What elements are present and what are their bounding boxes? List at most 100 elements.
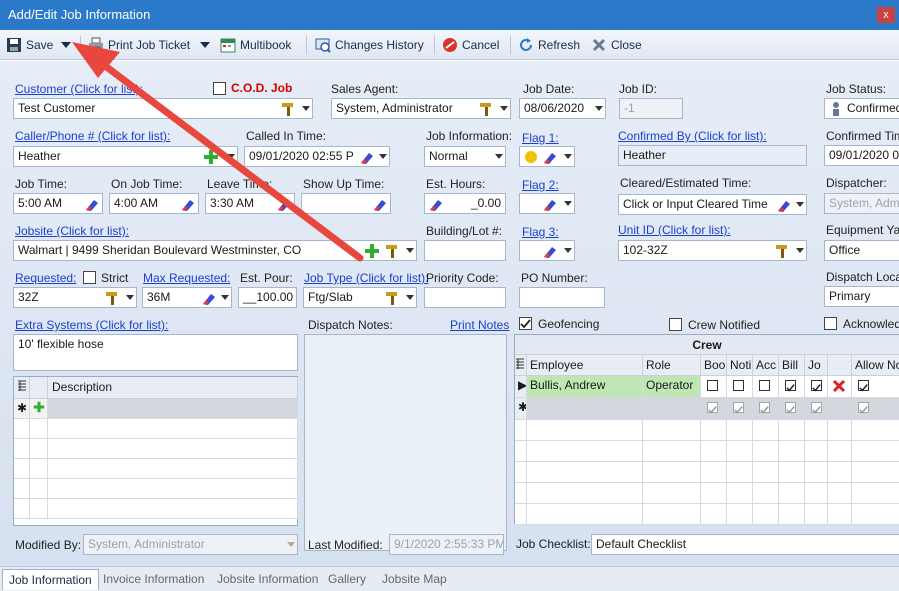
eraser-icon[interactable] <box>372 196 388 212</box>
chevron-down-icon[interactable] <box>221 295 229 300</box>
max-requested-field[interactable]: 36M <box>142 287 232 308</box>
flag-3-link[interactable]: Flag 3: <box>522 225 559 239</box>
chevron-down-icon[interactable] <box>302 106 310 111</box>
acknowledged-checkbox[interactable] <box>824 317 837 330</box>
flag-3-field[interactable] <box>519 240 575 261</box>
job-checklist-field[interactable]: Default Checklist <box>591 534 899 555</box>
crew-column-header[interactable]: Employee <box>527 355 643 376</box>
building-lot-field[interactable] <box>424 240 506 261</box>
caller-field[interactable]: Heather <box>13 146 238 167</box>
cod-checkbox[interactable] <box>213 82 226 95</box>
est-pour-field[interactable]: __100.00 <box>238 287 297 308</box>
eraser-icon[interactable] <box>201 290 217 306</box>
crew-checkbox[interactable] <box>811 402 822 414</box>
crew-check-cell[interactable] <box>701 376 727 398</box>
eraser-icon[interactable] <box>542 243 558 259</box>
chevron-down-icon[interactable] <box>564 154 572 159</box>
crew-checkbox[interactable] <box>811 380 822 392</box>
po-number-field[interactable] <box>519 287 605 308</box>
crew-checkbox[interactable] <box>858 380 869 392</box>
save-options-dropdown[interactable] <box>60 36 72 54</box>
caller-phone-link[interactable]: Caller/Phone # (Click for list): <box>15 129 170 143</box>
crew-column-header[interactable]: Noti <box>727 355 753 376</box>
chevron-down-icon[interactable] <box>564 201 572 206</box>
crew-column-chooser[interactable] <box>515 355 527 376</box>
chevron-down-icon[interactable] <box>500 106 508 111</box>
chevron-down-icon[interactable] <box>406 248 414 253</box>
crew-employee-cell[interactable]: Bullis, Andrew <box>527 376 643 398</box>
crew-checkbox[interactable] <box>785 380 796 392</box>
changes-history-button[interactable]: Changes History <box>315 36 424 54</box>
priority-code-field[interactable] <box>424 287 506 308</box>
crew-check-cell[interactable] <box>727 398 753 420</box>
description-grid[interactable]: Description ✱ <box>13 376 298 526</box>
equipment-yard-field[interactable]: Office <box>824 240 899 261</box>
requested-field[interactable]: 32Z <box>13 287 137 308</box>
refresh-button[interactable]: Refresh <box>518 36 580 54</box>
leave-time-field[interactable]: 3:30 AM <box>205 193 295 214</box>
flag-1-field[interactable] <box>519 146 575 167</box>
jobsite-field[interactable]: Walmart | 9499 Sheridan Boulevard Westmi… <box>13 240 417 261</box>
est-hours-field[interactable]: _0.00 <box>424 193 506 214</box>
extra-systems-link[interactable]: Extra Systems (Click for list): <box>15 318 168 332</box>
crew-checkbox[interactable] <box>707 402 718 414</box>
multibook-button[interactable]: Multibook <box>220 36 291 54</box>
chevron-down-icon[interactable] <box>227 154 235 159</box>
lookup-hammer-icon[interactable] <box>280 101 296 117</box>
eraser-icon[interactable] <box>180 196 196 212</box>
tab-gallery[interactable]: Gallery <box>322 569 372 590</box>
job-time-field[interactable]: 5:00 AM <box>13 193 103 214</box>
description-column-header[interactable]: Description <box>48 377 298 399</box>
dispatch-notes-field[interactable] <box>304 334 507 551</box>
tab-jobsite-map[interactable]: Jobsite Map <box>376 569 453 590</box>
sales-agent-field[interactable]: System, Administrator <box>331 98 511 119</box>
extra-systems-field[interactable]: 10' flexible hose <box>13 334 298 371</box>
print-options-dropdown[interactable] <box>199 36 211 54</box>
chevron-down-icon[interactable] <box>126 295 134 300</box>
crew-check-cell[interactable] <box>779 398 805 420</box>
flag-2-link[interactable]: Flag 2: <box>522 178 559 192</box>
chevron-down-icon[interactable] <box>595 106 603 111</box>
crew-notified-checkbox[interactable] <box>669 318 682 331</box>
strict-checkbox[interactable] <box>83 271 96 284</box>
cleared-time-field[interactable]: Click or Input Cleared Time <box>618 194 807 215</box>
close-button[interactable]: Close <box>591 36 642 54</box>
crew-checkbox[interactable] <box>707 380 718 391</box>
crew-checkbox[interactable] <box>858 402 869 414</box>
tab-invoice-information[interactable]: Invoice Information <box>97 569 210 590</box>
lookup-hammer-icon[interactable] <box>774 243 790 259</box>
show-up-time-field[interactable] <box>301 193 391 214</box>
crew-check-cell[interactable] <box>753 376 779 398</box>
add-plus-icon[interactable] <box>364 243 380 259</box>
print-notes-link[interactable]: Print Notes <box>450 318 509 332</box>
eraser-icon[interactable] <box>776 197 792 213</box>
lookup-hammer-icon[interactable] <box>384 290 400 306</box>
job-status-field[interactable]: Confirmed <box>824 98 899 119</box>
job-type-link[interactable]: Job Type (Click for list): <box>304 271 428 285</box>
delete-row-button[interactable] <box>828 376 852 398</box>
called-in-time-field[interactable]: 09/01/2020 02:55 P <box>244 146 390 167</box>
crew-check-cell[interactable] <box>701 398 727 420</box>
crew-checkbox[interactable] <box>733 402 744 414</box>
lookup-hammer-icon[interactable] <box>104 290 120 306</box>
on-job-time-field[interactable]: 4:00 AM <box>109 193 199 214</box>
confirmed-by-field[interactable]: Heather <box>618 145 807 166</box>
tab-jobsite-information[interactable]: Jobsite Information <box>211 569 324 590</box>
chevron-down-icon[interactable] <box>796 248 804 253</box>
crew-check-cell[interactable] <box>779 376 805 398</box>
grid-options-icon[interactable] <box>14 377 30 399</box>
window-close-button[interactable]: x <box>877 7 895 23</box>
lookup-hammer-icon[interactable] <box>478 101 494 117</box>
crew-column-header[interactable]: Allow No <box>852 355 899 376</box>
chevron-down-icon[interactable] <box>406 295 414 300</box>
crew-column-header[interactable]: Role <box>643 355 701 376</box>
crew-checkbox[interactable] <box>785 402 796 414</box>
crew-check-cell[interactable] <box>753 398 779 420</box>
crew-column-header[interactable]: Acc <box>753 355 779 376</box>
crew-column-header[interactable]: Jo <box>805 355 828 376</box>
dispatch-location-field[interactable]: Primary <box>824 286 899 307</box>
eraser-icon[interactable] <box>428 196 444 212</box>
crew-check-cell[interactable] <box>805 376 828 398</box>
job-type-field[interactable]: Ftg/Slab <box>303 287 417 308</box>
crew-check-cell[interactable] <box>852 376 899 398</box>
